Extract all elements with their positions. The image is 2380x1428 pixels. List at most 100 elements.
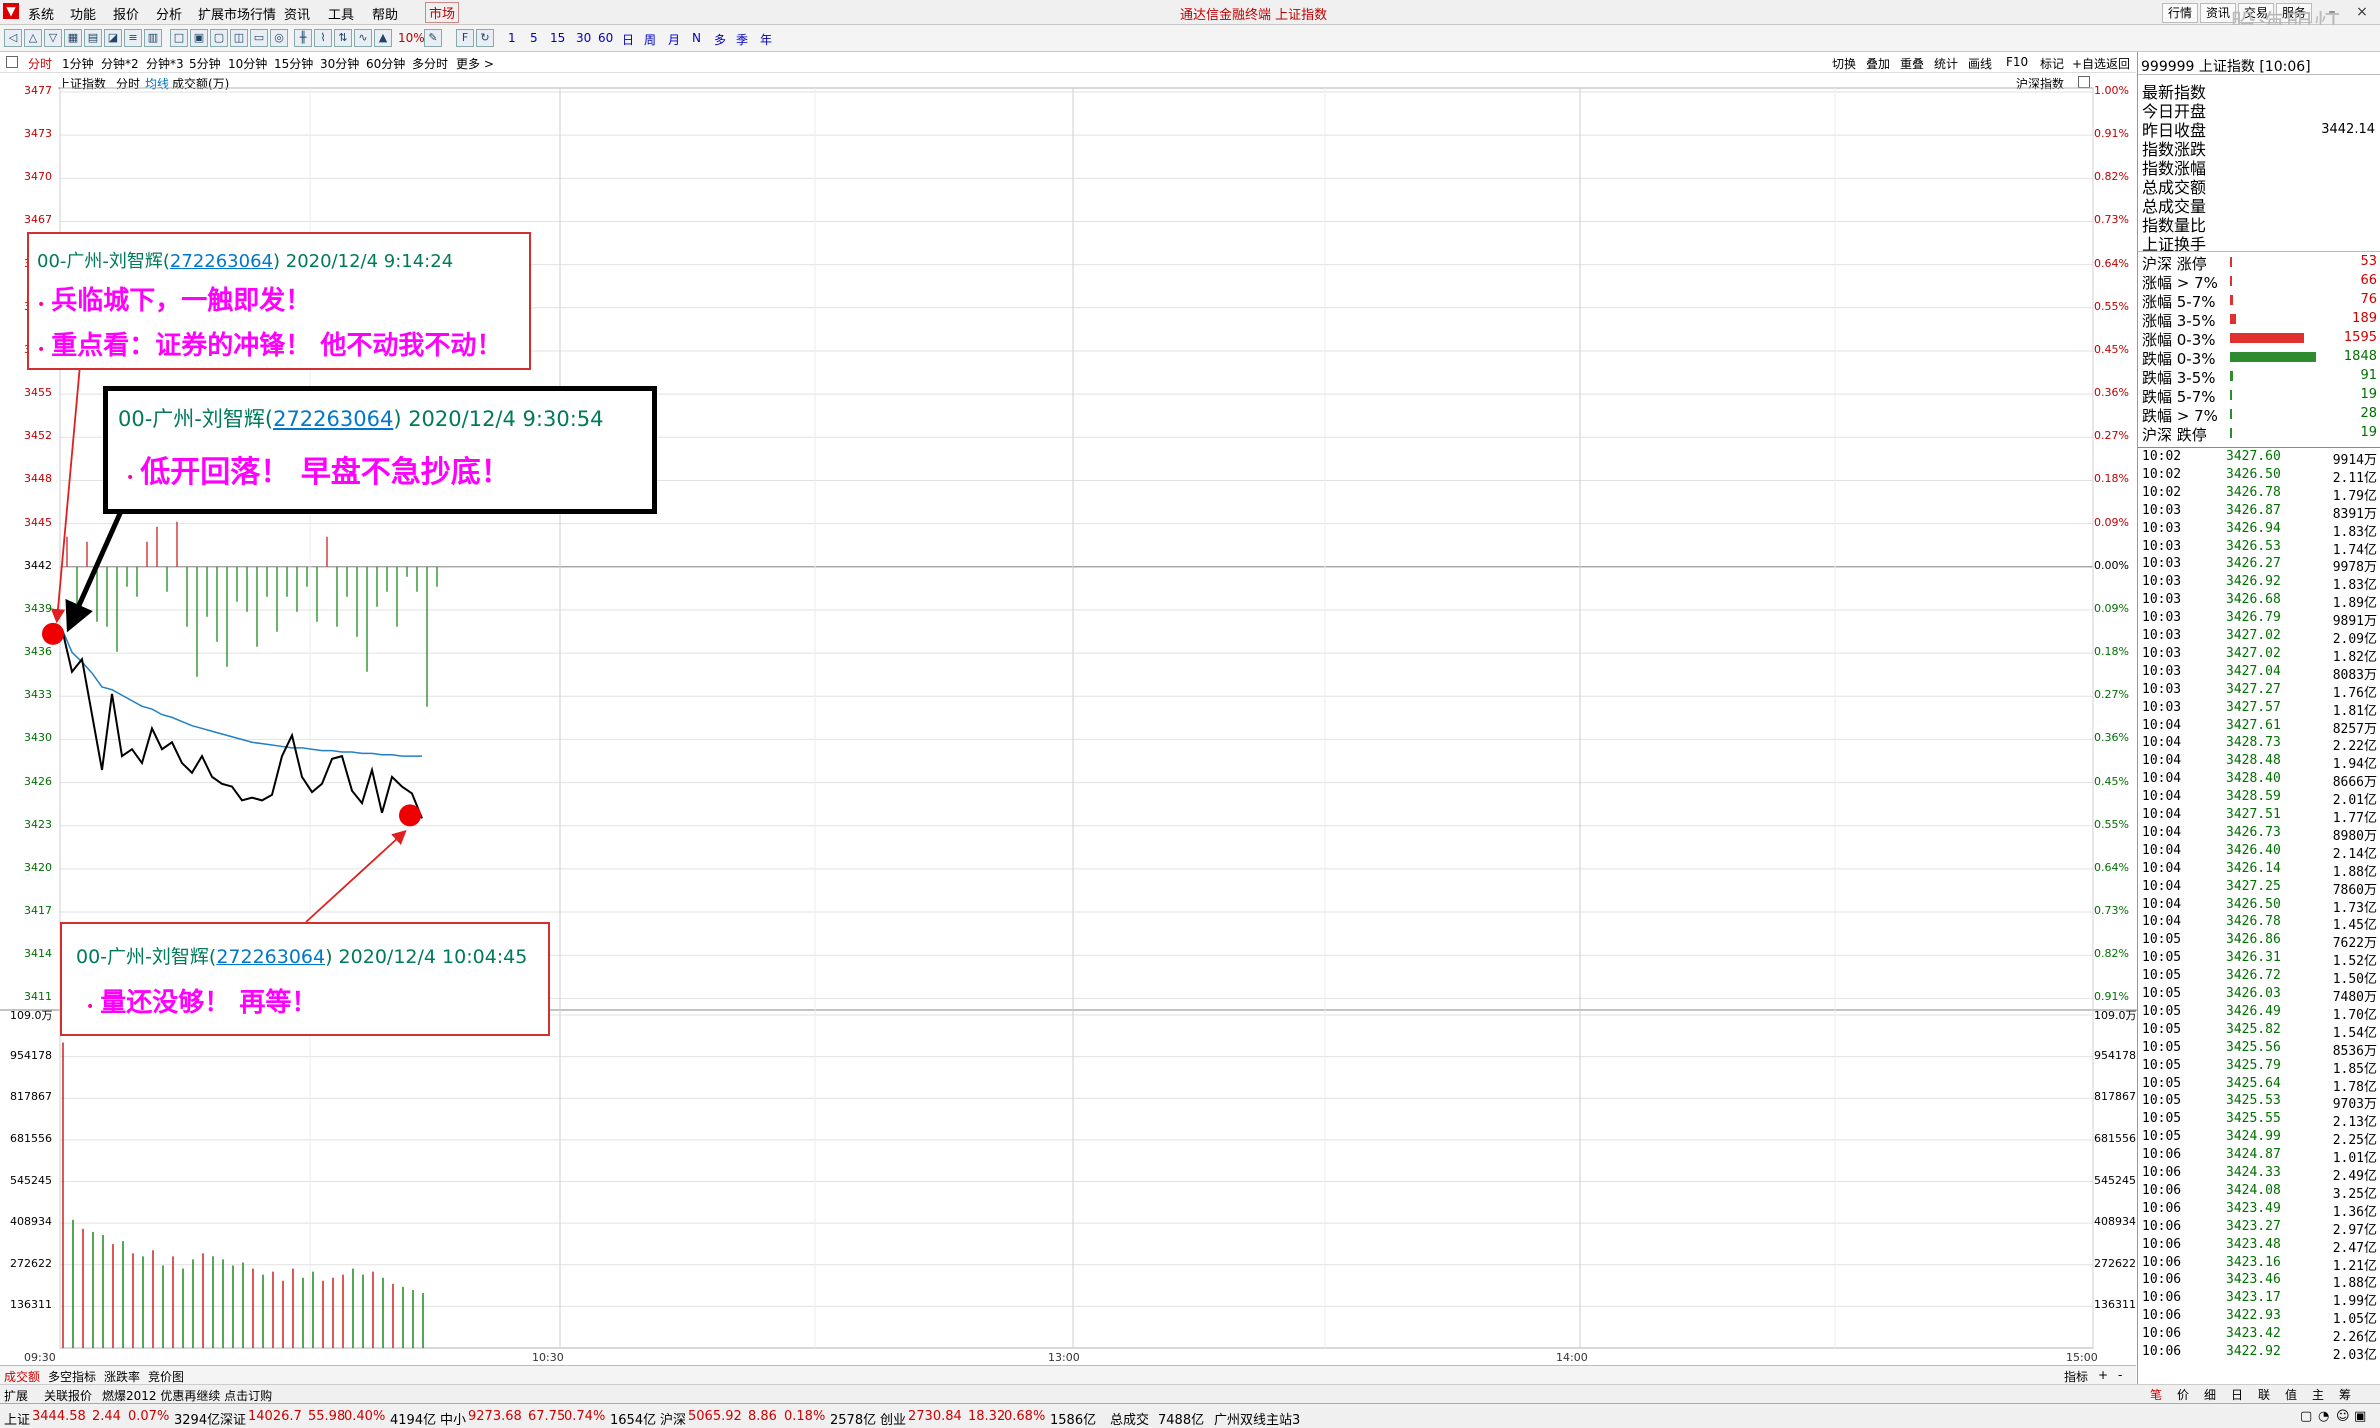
breadth-row: 跌幅 3-5% 91: [2138, 366, 2380, 387]
pct-tick-label: 0.73%: [2094, 904, 2129, 918]
tab-adv-decl[interactable]: 涨跌率: [104, 1368, 140, 1385]
tick-volume: 2.11亿: [2332, 470, 2377, 486]
tick-row: 10:03 3426.94 1.83亿: [2138, 521, 2380, 540]
tick-row: 10:05 3426.31 1.52亿: [2138, 950, 2380, 969]
user-icon[interactable]: ☺: [2336, 1409, 2350, 1424]
volume-tick-label-right: 817867: [2094, 1090, 2136, 1104]
lock-icon[interactable]: ▣: [2354, 1409, 2366, 1424]
pct-tick-label: 0.55%: [2094, 817, 2129, 831]
breadth-row: 涨幅 3-5% 189: [2138, 309, 2380, 330]
tab-auction[interactable]: 竞价图: [148, 1368, 184, 1385]
tick-volume: 7622万: [2332, 936, 2377, 952]
server-name[interactable]: 广州双线主站3: [1214, 1409, 1300, 1428]
tick-volume: 1.54亿: [2332, 1025, 2377, 1041]
pct-tick-label: 1.00%: [2094, 84, 2129, 97]
close-icon[interactable]: ×: [2348, 2, 2376, 22]
panel-tab[interactable]: 联: [2258, 1386, 2270, 1403]
tick-volume: 1.99亿: [2332, 1294, 2377, 1310]
minimize-icon[interactable]: –: [2318, 2, 2346, 22]
tick-time: 10:04: [2142, 896, 2182, 912]
panel-tab[interactable]: 笔: [2150, 1386, 2162, 1403]
price-tick-label: 3414: [24, 947, 52, 961]
panel-tab[interactable]: 值: [2285, 1386, 2297, 1403]
tick-time: 10:03: [2142, 592, 2182, 608]
tick-price: 3426.86: [2226, 932, 2281, 948]
tick-price: 3425.79: [2226, 1057, 2281, 1073]
breadth-bar: [2230, 276, 2232, 286]
qq-link[interactable]: 272263064: [273, 407, 393, 431]
annotation-box-3: 00-广州-刘智辉(272263064) 2020/12/4 10:04:45 …: [60, 922, 550, 1036]
news-expand[interactable]: 扩展: [4, 1387, 28, 1404]
tick-price: 3426.79: [2226, 610, 2281, 626]
index-name[interactable]: 中小: [440, 1409, 466, 1428]
price-tick-label: 3477: [24, 84, 52, 97]
window-icon[interactable]: ▢: [2300, 1409, 2312, 1424]
news-promo[interactable]: 燃爆2012 优惠再继续 点击订购: [102, 1387, 272, 1404]
window-tab-quotes[interactable]: 行情: [2162, 3, 2199, 23]
tick-time: 10:04: [2142, 735, 2182, 751]
tab-indicator[interactable]: 指标: [2064, 1368, 2088, 1385]
volume-tick-label: 681556: [10, 1131, 52, 1145]
news-related[interactable]: 关联报价: [44, 1387, 92, 1404]
tick-volume: 1.85亿: [2332, 1061, 2377, 1077]
tick-time: 10:05: [2142, 968, 2182, 984]
tick-time: 10:02: [2142, 466, 2182, 482]
annotation-header: 00-广州-刘智辉(272263064) 2020/12/4 9:14:24: [37, 251, 454, 272]
zoom-in-button[interactable]: +: [2098, 1368, 2108, 1382]
price-tick-label: 3417: [24, 904, 52, 918]
panel-tab[interactable]: 筹: [2339, 1386, 2351, 1403]
pct-tick-label: 0.45%: [2094, 342, 2129, 356]
volume-tick-label: 817867: [10, 1090, 52, 1104]
zoom-out-button[interactable]: -: [2118, 1368, 2122, 1382]
tick-time: 10:05: [2142, 932, 2182, 948]
tick-row: 10:06 3423.48 2.47亿: [2138, 1237, 2380, 1256]
tick-time: 10:06: [2142, 1344, 2182, 1359]
index-amount: 1586亿: [1050, 1413, 1097, 1428]
tick-price: 3428.59: [2226, 789, 2281, 805]
index-name[interactable]: 沪深: [660, 1409, 686, 1428]
tick-volume: 1.83亿: [2332, 524, 2377, 540]
annotation-header: 00-广州-刘智辉(272263064) 2020/12/4 10:04:45: [76, 946, 528, 968]
tick-volume: 1.94亿: [2332, 757, 2377, 773]
qq-link[interactable]: 272263064: [170, 251, 273, 272]
index-name[interactable]: 深证: [220, 1409, 246, 1428]
tab-long-short[interactable]: 多空指标: [48, 1368, 96, 1385]
time-tick-label: 09:30: [24, 1351, 56, 1364]
tick-time: 10:06: [2142, 1326, 2182, 1342]
quote-panel: 999999 上证指数 [10:06] 最新指数 今日开盘 昨日收盘 指数涨跌 指数涨幅…: [2137, 52, 2380, 1387]
tick-price: 3427.25: [2226, 878, 2281, 894]
tick-time: 10:06: [2142, 1272, 2182, 1288]
tick-row: 10:03 3427.27 1.76亿: [2138, 682, 2380, 701]
qq-link[interactable]: 272263064: [216, 946, 325, 968]
breadth-count: 1595: [2343, 330, 2377, 345]
average-price-line: [61, 628, 422, 757]
tick-row: 10:03 3426.79 9891万: [2138, 610, 2380, 629]
index-value: 3444.58: [32, 1409, 86, 1424]
breadth-bar: [2230, 390, 2232, 400]
pct-tick-label: 0.27%: [2094, 688, 2129, 702]
tick-row: 10:03 3426.53 1.74亿: [2138, 539, 2380, 558]
panel-tab[interactable]: 细: [2204, 1386, 2216, 1403]
annotation-line: • 量还没够！ 再等！: [86, 988, 318, 1018]
index-name[interactable]: 创业: [880, 1409, 906, 1428]
panel-tab[interactable]: 价: [2177, 1386, 2189, 1403]
panel-tab[interactable]: 主: [2312, 1386, 2324, 1403]
tick-price: 3427.61: [2226, 717, 2281, 733]
volume-tick-label-right: 408934: [2094, 1215, 2136, 1229]
pct-tick-label: 0.36%: [2094, 386, 2129, 400]
tick-row: 10:03 3427.02 1.82亿: [2138, 646, 2380, 665]
bell-icon[interactable]: ◔: [2318, 1409, 2329, 1424]
intraday-chart[interactable]: [0, 0, 2137, 1365]
prev-close-value: 3442.14: [2321, 122, 2375, 137]
tick-volume: 2.26亿: [2332, 1330, 2377, 1346]
tick-volume: 1.82亿: [2332, 649, 2377, 665]
tick-row: 10:06 3423.49 1.36亿: [2138, 1201, 2380, 1220]
panel-tab[interactable]: 日: [2231, 1386, 2243, 1403]
index-name[interactable]: 上证: [4, 1409, 30, 1428]
tick-time: 10:03: [2142, 699, 2182, 715]
pct-tick-label: 0.18%: [2094, 472, 2129, 486]
annotation-line: • 兵临城下，一触即发！: [37, 286, 312, 316]
volume-tick-label-right: 545245: [2094, 1173, 2136, 1187]
price-tick-label: 3439: [24, 601, 52, 615]
tab-turnover[interactable]: 成交额: [4, 1368, 40, 1385]
